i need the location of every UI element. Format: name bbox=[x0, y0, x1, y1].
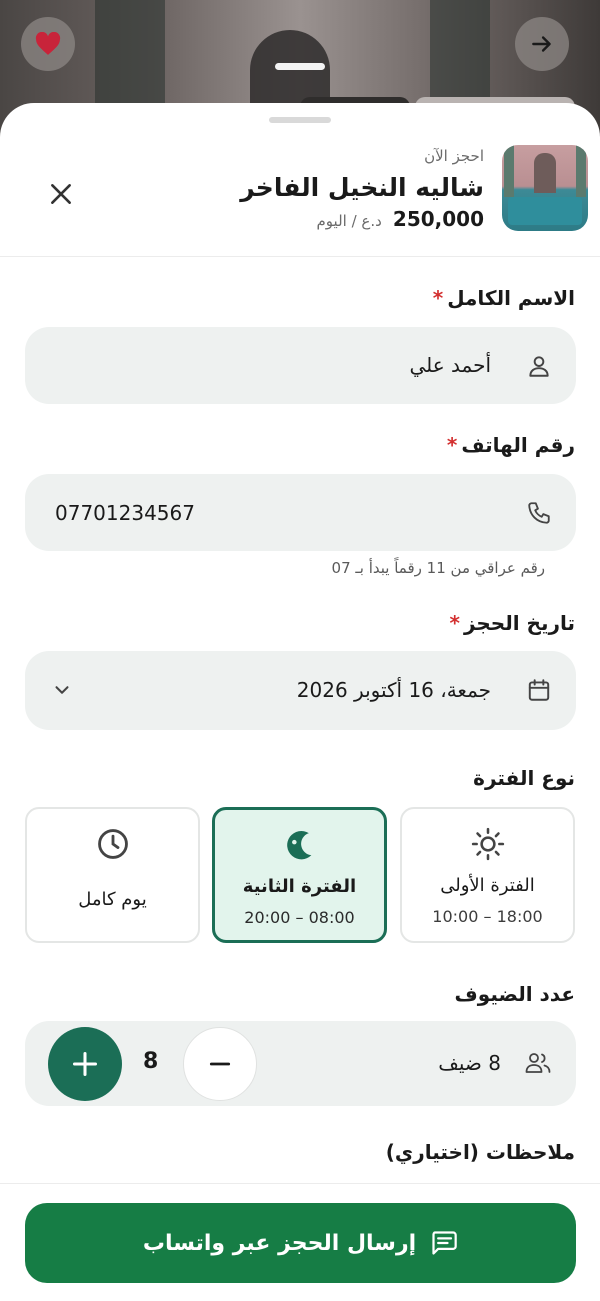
period-title: الفترة الأولى bbox=[440, 875, 535, 896]
phone-label: رقم الهاتف* bbox=[447, 433, 575, 457]
guests-label: عدد الضيوف bbox=[454, 982, 575, 1006]
name-label-text: الاسم الكامل bbox=[447, 286, 575, 310]
clock-icon bbox=[97, 829, 128, 859]
close-button[interactable] bbox=[40, 173, 82, 215]
person-icon bbox=[529, 356, 549, 377]
guests-stepper: 8 ضيف 8 bbox=[25, 1021, 576, 1106]
period-time: 10:00 – 18:00 bbox=[432, 907, 543, 926]
price-unit: د.ع / اليوم bbox=[316, 212, 382, 230]
close-icon bbox=[51, 184, 71, 204]
period-title: الفترة الثانية bbox=[242, 876, 357, 897]
date-label-text: تاريخ الحجز bbox=[463, 611, 575, 635]
chalet-thumbnail bbox=[502, 145, 588, 231]
forward-button[interactable] bbox=[515, 17, 569, 71]
booking-header: احجز الآن شاليه النخيل الفاخر 250,000 د.… bbox=[0, 135, 600, 257]
favorite-button[interactable] bbox=[21, 17, 75, 71]
hero-drag-handle[interactable] bbox=[275, 63, 325, 70]
required-mark: * bbox=[446, 433, 458, 457]
period-option-first[interactable]: الفترة الأولى 10:00 – 18:00 bbox=[400, 807, 575, 943]
calendar-icon bbox=[528, 679, 550, 701]
phone-field[interactable]: 07701234567 bbox=[25, 474, 576, 551]
price-value: 250,000 bbox=[392, 207, 484, 231]
name-label: الاسم الكامل* bbox=[433, 286, 575, 310]
decrement-guests-button[interactable] bbox=[183, 1027, 257, 1101]
people-icon bbox=[525, 1053, 551, 1073]
message-icon bbox=[432, 1231, 457, 1255]
notes-label: ملاحظات (اختياري) bbox=[385, 1140, 575, 1164]
minus-icon bbox=[209, 1062, 231, 1066]
header-subtitle: احجز الآن bbox=[424, 147, 484, 165]
date-label: تاريخ الحجز* bbox=[449, 611, 575, 635]
name-field[interactable]: أحمد علي bbox=[25, 327, 576, 404]
period-option-full-day[interactable]: يوم كامل bbox=[25, 807, 200, 943]
sheet-drag-handle[interactable] bbox=[269, 117, 331, 123]
required-mark: * bbox=[432, 286, 444, 310]
arrow-right-icon bbox=[532, 36, 551, 52]
period-title: يوم كامل bbox=[78, 889, 147, 910]
heart-icon bbox=[35, 32, 61, 55]
bottom-bar: إرسال الحجز عبر واتساب bbox=[0, 1183, 600, 1301]
phone-icon bbox=[528, 502, 550, 524]
increment-guests-button[interactable] bbox=[48, 1027, 122, 1101]
guests-count: 8 bbox=[143, 1049, 159, 1074]
price-row: 250,000 د.ع / اليوم bbox=[317, 207, 484, 231]
plus-icon bbox=[72, 1051, 98, 1077]
booking-sheet: احجز الآن شاليه النخيل الفاخر 250,000 د.… bbox=[0, 103, 600, 1301]
send-button-label: إرسال الحجز عبر واتساب bbox=[142, 1230, 417, 1256]
name-input[interactable]: أحمد علي bbox=[409, 353, 491, 377]
send-whatsapp-button[interactable]: إرسال الحجز عبر واتساب bbox=[25, 1203, 576, 1283]
sun-icon bbox=[471, 827, 504, 861]
period-option-second[interactable]: الفترة الثانية 20:00 – 08:00 bbox=[212, 807, 387, 943]
period-time: 20:00 – 08:00 bbox=[244, 908, 355, 927]
date-value: جمعة، 16 أكتوبر 2026 bbox=[296, 678, 491, 702]
period-label: نوع الفترة bbox=[473, 766, 575, 790]
chevron-down-icon bbox=[55, 686, 69, 694]
moon-icon bbox=[286, 831, 311, 860]
date-picker[interactable]: جمعة، 16 أكتوبر 2026 bbox=[25, 651, 576, 730]
phone-input[interactable]: 07701234567 bbox=[55, 501, 195, 525]
chalet-title: شاليه النخيل الفاخر bbox=[240, 173, 484, 202]
required-mark: * bbox=[449, 611, 460, 635]
phone-hint: رقم عراقي من 11 رقماً يبدأ بـ 07 bbox=[331, 559, 545, 577]
guests-summary: 8 ضيف bbox=[438, 1051, 501, 1075]
phone-label-text: رقم الهاتف bbox=[461, 433, 575, 457]
